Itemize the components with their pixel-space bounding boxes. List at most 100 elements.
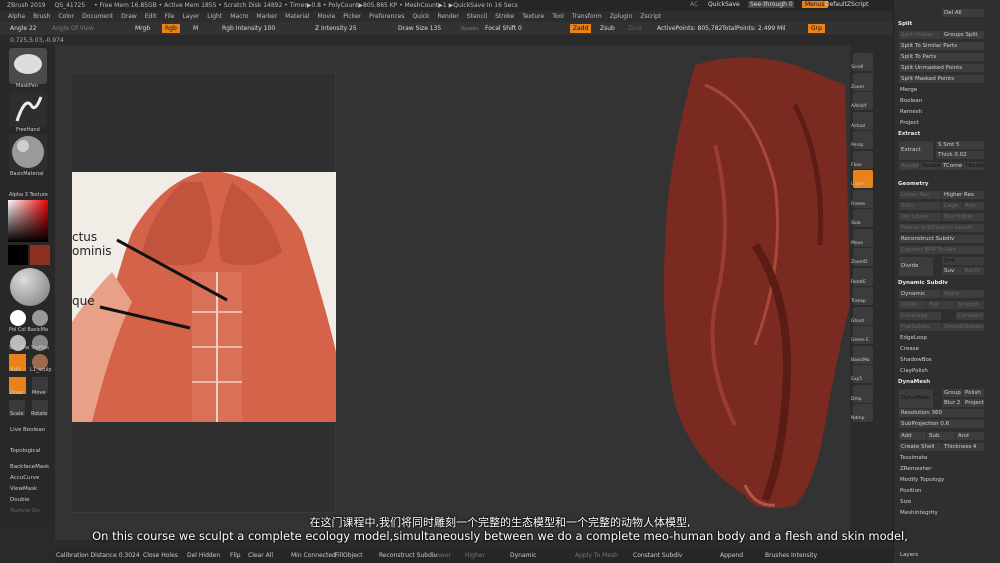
- menu-item-document[interactable]: Document: [82, 11, 113, 22]
- freehand-stroke-icon[interactable]: [9, 91, 47, 127]
- accept-button[interactable]: Accept: [899, 162, 919, 170]
- brushes-intensity-slider[interactable]: Brushes Intensity: [765, 551, 817, 560]
- draw-size-slider[interactable]: Draw Size 135: [398, 24, 441, 33]
- dynamic-button[interactable]: Dynamic: [899, 290, 941, 298]
- color-picker[interactable]: [8, 200, 48, 242]
- apply-to-mesh-button[interactable]: Apply To Mesh: [575, 551, 618, 560]
- coverage-slider[interactable]: Coverage: [899, 312, 941, 320]
- menu-item-layer[interactable]: Layer: [183, 11, 200, 22]
- create-shell-button[interactable]: Create Shell: [899, 443, 941, 451]
- position-section[interactable]: Position: [900, 488, 921, 494]
- crease-section[interactable]: Crease: [900, 346, 919, 352]
- menu-item-tool[interactable]: Tool: [552, 11, 564, 22]
- flat-toggle[interactable]: Flat: [927, 301, 955, 309]
- constant-toggle[interactable]: Constant: [956, 312, 984, 320]
- fill-object-button[interactable]: FillObject: [335, 551, 363, 560]
- focal-shift-slider[interactable]: Focal Shift 0: [485, 24, 522, 33]
- basicmat-sphere[interactable]: [32, 310, 48, 326]
- modify-topology-section[interactable]: Modify Topology: [900, 477, 944, 483]
- flip-button[interactable]: Flip: [230, 551, 241, 560]
- zremesher-section[interactable]: ZRemesher: [900, 466, 931, 472]
- reconstruct-subdiv-button[interactable]: Reconstruct Subdiv: [899, 235, 984, 243]
- polish-toggle[interactable]: Polish: [963, 389, 984, 397]
- project-toggle[interactable]: Project: [963, 399, 984, 407]
- menu-item-movie[interactable]: Movie: [318, 11, 336, 22]
- suv-toggle[interactable]: Suv: [942, 267, 962, 275]
- zsub-button[interactable]: Zsub: [600, 24, 615, 33]
- layers-section[interactable]: Layers: [900, 552, 918, 558]
- backface-mask-button[interactable]: BackfaceMask: [10, 464, 49, 470]
- menu-item-brush[interactable]: Brush: [33, 11, 50, 22]
- tborde-button[interactable]: TBorde: [963, 162, 984, 170]
- smooth-toggle[interactable]: Smooth: [956, 301, 984, 309]
- split-header[interactable]: Split: [898, 21, 912, 27]
- clear-all-button[interactable]: Clear All: [248, 551, 273, 560]
- live-boolean-button[interactable]: Live Boolean: [10, 427, 45, 433]
- subprojection-slider[interactable]: SubProjection 0.6: [899, 420, 984, 428]
- menu-item-texture[interactable]: Texture: [522, 11, 544, 22]
- del-higher-button[interactable]: Del Higher: [942, 213, 984, 221]
- freeze-subdivision-button[interactable]: Freeze SubDivision Levels: [899, 224, 984, 232]
- calibration-distance-slider[interactable]: Calibration Distance 0.3024: [56, 551, 140, 560]
- group-toggle[interactable]: Group: [942, 389, 962, 397]
- thick-slider[interactable]: Thick 0.02: [936, 151, 984, 159]
- menu-item-marker[interactable]: Marker: [256, 11, 277, 22]
- sub-button[interactable]: Sub: [927, 432, 955, 440]
- material-preview-sphere[interactable]: [10, 268, 50, 306]
- del-hidden-button[interactable]: Del Hidden: [187, 551, 220, 560]
- default-script-button[interactable]: DefaultZScript: [825, 1, 868, 8]
- dynamesh-header[interactable]: DynaMesh: [898, 379, 930, 385]
- dynamic-subdiv-header[interactable]: Dynamic Subdiv: [898, 280, 948, 286]
- blur-slider[interactable]: Blur 2: [942, 399, 962, 407]
- split-parts-button[interactable]: Split To Parts: [899, 53, 984, 61]
- angle-of-view-slider[interactable]: Angle Of View: [52, 24, 94, 33]
- smt-toggle[interactable]: Smt: [942, 257, 984, 265]
- menu-item-quick[interactable]: Quick: [412, 11, 429, 22]
- m-button[interactable]: M: [193, 24, 198, 33]
- menu-item-zscript[interactable]: Zscript: [640, 11, 661, 22]
- primary-color-swatch[interactable]: [8, 245, 28, 265]
- menu-item-material[interactable]: Material: [285, 11, 309, 22]
- boolean-section[interactable]: Boolean: [900, 98, 922, 104]
- double-button[interactable]: Double: [10, 497, 30, 503]
- project-section[interactable]: Project: [900, 120, 919, 126]
- menu-item-picker[interactable]: Picker: [343, 11, 361, 22]
- menu-item-light[interactable]: Light: [207, 11, 222, 22]
- dynamic-bottom-button[interactable]: Dynamic: [510, 551, 536, 560]
- add-button[interactable]: Add: [899, 432, 926, 440]
- tcorne-button[interactable]: TCorne: [941, 162, 962, 170]
- geometry-header[interactable]: Geometry: [898, 181, 928, 187]
- quicksave-button[interactable]: QuickSave: [708, 1, 740, 8]
- grp-button[interactable]: Grp: [808, 24, 825, 33]
- flat-subdiv-slider[interactable]: FlatSubdiv: [899, 323, 941, 331]
- smt-slider[interactable]: S Smt 5: [936, 141, 984, 149]
- basic-material-icon[interactable]: [9, 134, 47, 170]
- remesh-section[interactable]: Remesh: [900, 109, 922, 115]
- cage-button[interactable]: Cage: [942, 202, 962, 210]
- higher-res-button[interactable]: Higher Res: [942, 191, 984, 199]
- rgb-intensity-slider[interactable]: Rgb Intensity 100: [222, 24, 275, 33]
- reuv-toggle[interactable]: ReUV: [963, 267, 984, 275]
- rgb-button[interactable]: Rgb: [162, 24, 180, 33]
- higher-button[interactable]: Higher: [465, 551, 485, 560]
- split-hidden-button[interactable]: Split Hidden: [899, 31, 941, 39]
- groups-split-button[interactable]: Groups Split: [942, 31, 984, 39]
- menu-item-edit[interactable]: Edit: [145, 11, 157, 22]
- rstr-button[interactable]: Rstr: [963, 202, 984, 210]
- append-button[interactable]: Append: [720, 551, 743, 560]
- sdiv-slider[interactable]: SDiv: [899, 202, 941, 210]
- menu-item-draw[interactable]: Draw: [121, 11, 137, 22]
- menu-item-zplugin[interactable]: Zplugin: [610, 11, 633, 22]
- viewmask-button[interactable]: ViewMask: [10, 486, 37, 492]
- zadd-button[interactable]: Zadd: [570, 24, 592, 33]
- menu-item-stencil[interactable]: Stencil: [467, 11, 487, 22]
- resolution-slider[interactable]: Resolution 360: [899, 409, 984, 417]
- close-holes-button[interactable]: Close Holes: [143, 551, 178, 560]
- extract-header[interactable]: Extract: [898, 131, 920, 137]
- split-similar-button[interactable]: Split To Similar Parts: [899, 42, 984, 50]
- menu-item-alpha[interactable]: Alpha: [8, 11, 25, 22]
- menu-item-preferences[interactable]: Preferences: [369, 11, 404, 22]
- maskpen-brush-icon[interactable]: [9, 48, 47, 84]
- mrgb-button[interactable]: Mrgb: [135, 24, 150, 33]
- shadowbox-section[interactable]: ShadowBox: [900, 357, 932, 363]
